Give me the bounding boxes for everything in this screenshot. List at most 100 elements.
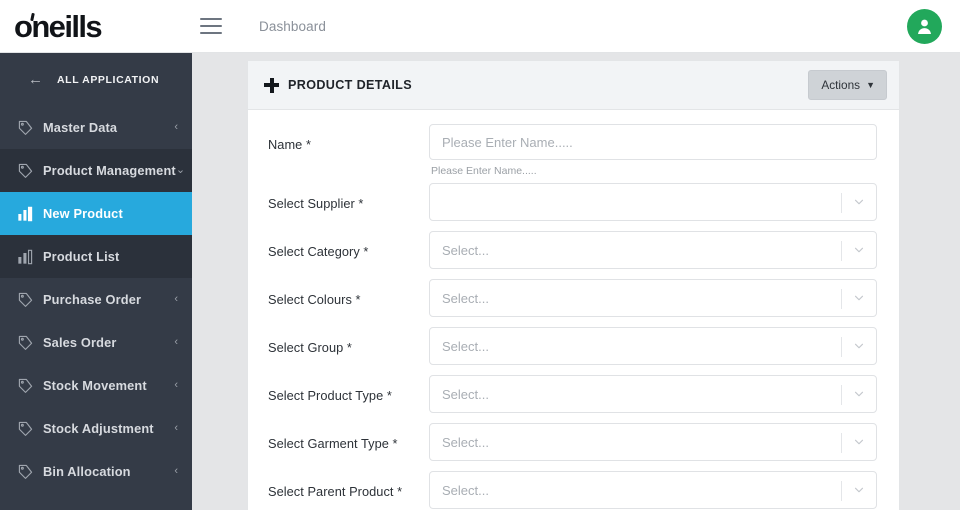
form-row: Name * Please Enter Name..... bbox=[258, 124, 877, 177]
sidebar-item-caret-icon[interactable]: ‹ bbox=[174, 337, 178, 348]
tag-icon bbox=[18, 421, 33, 436]
breadcrumb[interactable]: Dashboard bbox=[259, 19, 326, 34]
tag-icon-wrap bbox=[17, 334, 43, 351]
main-content: PRODUCT DETAILS Actions ▼ Name * Please E… bbox=[192, 53, 960, 510]
sidebar: ← ALL APPLICATION Master Data ‹ Product Ma… bbox=[0, 53, 192, 510]
tag-icon-wrap bbox=[17, 377, 43, 394]
tag-icon-wrap bbox=[17, 420, 43, 437]
tag-icon bbox=[18, 163, 33, 178]
select-chevron-wrap[interactable] bbox=[852, 291, 866, 305]
bar-chart-icon-wrap bbox=[17, 249, 43, 265]
chevron-down-icon bbox=[854, 391, 864, 397]
select-separator bbox=[841, 481, 842, 501]
avatar[interactable] bbox=[907, 9, 942, 44]
select-supplier-control bbox=[429, 183, 877, 225]
sidebar-item-label: Stock Movement bbox=[43, 378, 147, 393]
select-chevron-wrap[interactable] bbox=[852, 243, 866, 257]
sidebar-item-label: Stock Adjustment bbox=[43, 421, 154, 436]
page-title: PRODUCT DETAILS bbox=[288, 78, 412, 92]
select-category-select[interactable]: Select... bbox=[429, 231, 877, 269]
select-supplier-select[interactable] bbox=[429, 183, 877, 221]
select-product-type-select[interactable]: Select... bbox=[429, 375, 877, 413]
sidebar-item-product-list[interactable]: Product List bbox=[0, 235, 192, 278]
select-group-select-value: Select... bbox=[442, 338, 489, 354]
select-parent-product-control: Select... bbox=[429, 471, 877, 510]
name-helper-text: Please Enter Name..... bbox=[431, 165, 537, 177]
select-category-control: Select... bbox=[429, 231, 877, 273]
card-header: PRODUCT DETAILS Actions ▼ bbox=[248, 61, 899, 110]
hamburger-line bbox=[200, 32, 222, 34]
chevron-down-icon: ▼ bbox=[866, 79, 875, 90]
sidebar-item-caret-icon[interactable]: ‹ bbox=[174, 466, 178, 477]
sidebar-item-label: Sales Order bbox=[43, 335, 117, 350]
tag-icon bbox=[18, 464, 33, 479]
user-avatar-icon bbox=[918, 19, 931, 34]
sidebar-item-caret-icon[interactable]: ‹ bbox=[174, 380, 178, 391]
select-separator bbox=[841, 241, 842, 261]
chevron-down-icon bbox=[854, 295, 864, 301]
select-chevron-wrap[interactable] bbox=[852, 339, 866, 353]
select-group-label: Select Group * bbox=[268, 340, 352, 355]
tag-icon bbox=[18, 335, 33, 350]
select-garment-type-control: Select... bbox=[429, 423, 877, 465]
select-separator bbox=[841, 337, 842, 357]
select-group-control: Select... bbox=[429, 327, 877, 369]
sidebar-item-master-data[interactable]: Master Data ‹ bbox=[0, 106, 192, 149]
select-chevron-wrap[interactable] bbox=[852, 387, 866, 401]
select-separator bbox=[841, 289, 842, 309]
sidebar-item-label: New Product bbox=[43, 206, 123, 221]
sidebar-item-sales-order[interactable]: Sales Order ‹ bbox=[0, 321, 192, 364]
tag-icon bbox=[18, 378, 33, 393]
chevron-down-icon bbox=[854, 199, 864, 205]
hamburger-icon[interactable] bbox=[200, 18, 222, 34]
form-row: Select Garment Type * Select... bbox=[258, 423, 877, 465]
select-colours-select[interactable]: Select... bbox=[429, 279, 877, 317]
tag-icon-wrap bbox=[17, 463, 43, 480]
select-chevron-wrap[interactable] bbox=[852, 483, 866, 497]
form-row: Select Group * Select... bbox=[258, 327, 877, 369]
tag-icon-wrap bbox=[17, 119, 43, 136]
select-separator bbox=[841, 385, 842, 405]
select-chevron-wrap[interactable] bbox=[852, 435, 866, 449]
sidebar-item-caret-icon[interactable]: ‹ bbox=[174, 294, 178, 305]
bar-chart-icon bbox=[18, 206, 33, 221]
tag-icon bbox=[18, 120, 33, 135]
chevron-down-icon bbox=[854, 343, 864, 349]
select-separator bbox=[841, 193, 842, 213]
sidebar-item-product-management[interactable]: Product Management ⌄ bbox=[0, 149, 192, 192]
select-parent-product-label: Select Parent Product * bbox=[268, 484, 403, 499]
name-label: Name * bbox=[268, 137, 311, 152]
select-garment-type-select[interactable]: Select... bbox=[429, 423, 877, 461]
product-details-form: Name * Please Enter Name..... Select Suppl… bbox=[248, 110, 899, 510]
select-garment-type-select-value: Select... bbox=[442, 434, 489, 450]
select-parent-product-select[interactable]: Select... bbox=[429, 471, 877, 509]
sidebar-item-stock-movement[interactable]: Stock Movement ‹ bbox=[0, 364, 192, 407]
sidebar-item-caret-icon[interactable]: ‹ bbox=[174, 423, 178, 434]
sidebar-item-purchase-order[interactable]: Purchase Order ‹ bbox=[0, 278, 192, 321]
sidebar-item-bin-allocation[interactable]: Bin Allocation ‹ bbox=[0, 450, 192, 493]
actions-button[interactable]: Actions ▼ bbox=[808, 70, 887, 100]
name-control: Please Enter Name..... bbox=[429, 124, 877, 177]
sidebar-item-label: Product List bbox=[43, 249, 120, 264]
sidebar-item-caret-icon[interactable]: ‹ bbox=[174, 122, 178, 133]
sidebar-nav: Master Data ‹ Product Management ⌄ New Produ… bbox=[0, 106, 192, 493]
select-separator bbox=[841, 433, 842, 453]
chevron-down-icon bbox=[854, 247, 864, 253]
select-group-select[interactable]: Select... bbox=[429, 327, 877, 365]
sidebar-header[interactable]: ← ALL APPLICATION bbox=[0, 53, 192, 106]
top-bar: oneills Dashboard bbox=[0, 0, 960, 53]
sidebar-item-stock-adjustment[interactable]: Stock Adjustment ‹ bbox=[0, 407, 192, 450]
bar-chart-icon-wrap bbox=[17, 206, 43, 222]
brand-name: oneills bbox=[14, 8, 103, 44]
arrow-left-icon[interactable]: ← bbox=[28, 72, 43, 87]
tag-icon bbox=[18, 292, 33, 307]
form-row: Select Product Type * Select... bbox=[258, 375, 877, 417]
name-input[interactable] bbox=[429, 124, 877, 160]
sidebar-item-label: Purchase Order bbox=[43, 292, 142, 307]
select-chevron-wrap[interactable] bbox=[852, 195, 866, 209]
actions-button-label: Actions bbox=[821, 78, 861, 92]
brand-logo[interactable]: oneills bbox=[0, 0, 192, 53]
sidebar-item-caret-icon[interactable]: ⌄ bbox=[176, 165, 185, 176]
sidebar-item-new-product[interactable]: New Product bbox=[0, 192, 192, 235]
select-product-type-control: Select... bbox=[429, 375, 877, 417]
